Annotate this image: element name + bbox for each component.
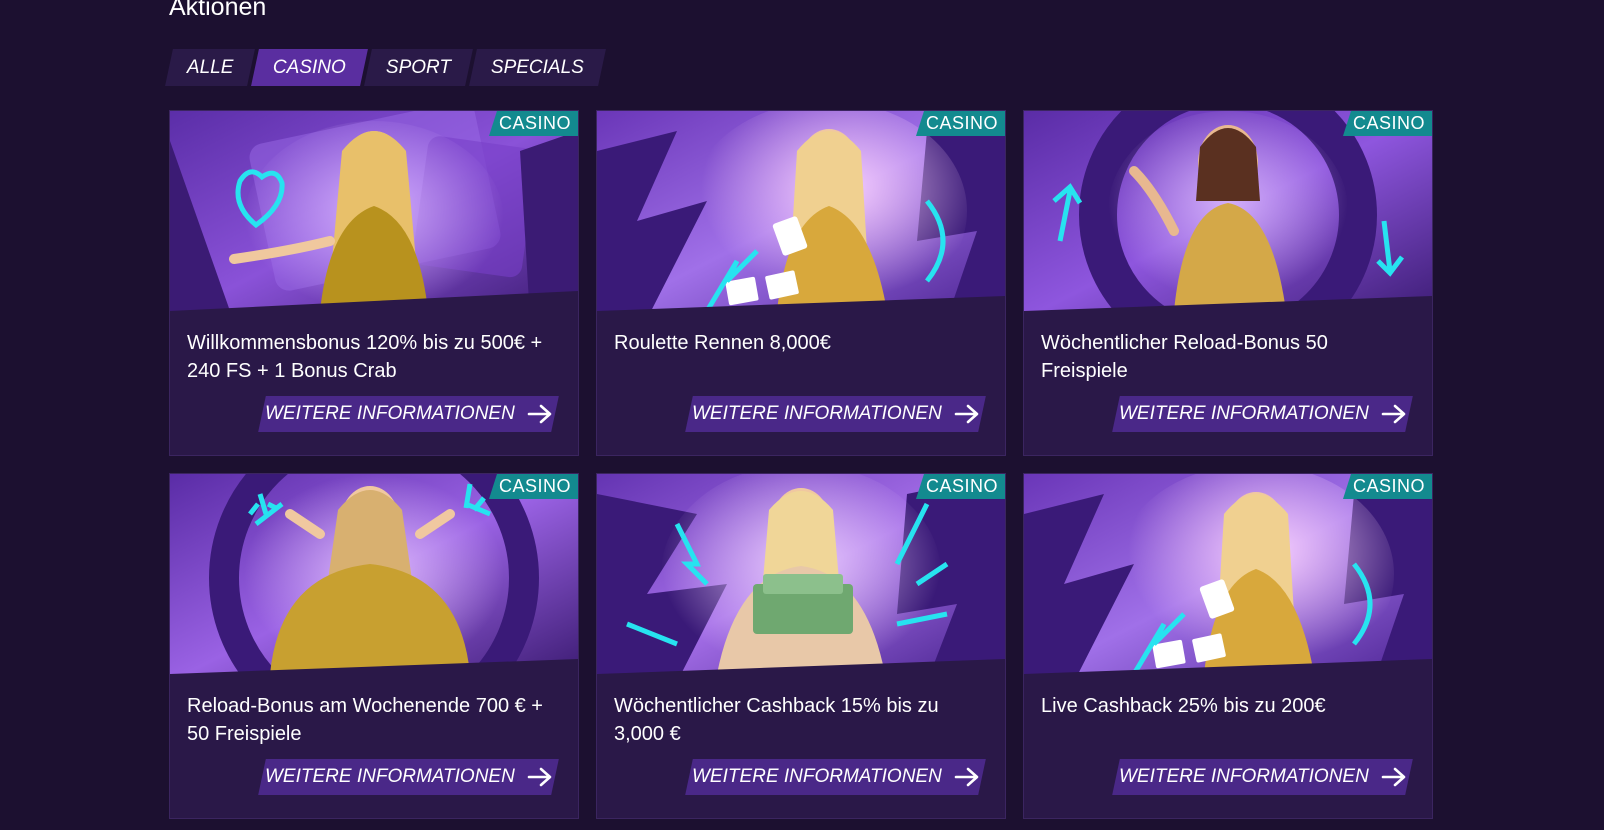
tab-sport[interactable]: SPORT	[364, 49, 474, 86]
promo-card: CASINO Live Cashback 25% bis zu 200€ WEI…	[1023, 473, 1433, 819]
promo-title: Live Cashback 25% bis zu 200€	[1041, 695, 1326, 717]
promo-title: Wöchentlicher Cashback 15% bis zu 3,000 …	[614, 695, 939, 745]
tab-label: SPORT	[386, 56, 452, 78]
promo-image	[597, 474, 1005, 682]
arrow-right-icon	[1381, 767, 1405, 787]
category-badge: CASINO	[915, 474, 1005, 499]
category-badge: CASINO	[1342, 474, 1432, 499]
arrow-right-icon	[1381, 404, 1405, 424]
category-badge: CASINO	[488, 111, 578, 136]
more-info-button[interactable]: WEITERE INFORMATIONEN	[258, 396, 559, 432]
more-info-label: WEITERE INFORMATIONEN	[1118, 766, 1369, 787]
tab-alle[interactable]: ALLE	[165, 49, 256, 86]
promo-title: Willkommensbonus 120% bis zu 500€ + 240 …	[187, 332, 543, 382]
promo-card: CASINO Wöchentlicher Cashback 15% bis zu…	[596, 473, 1006, 819]
promo-image	[1024, 111, 1432, 319]
more-info-label: WEITERE INFORMATIONEN	[264, 403, 515, 424]
arrow-right-icon	[527, 404, 551, 424]
promo-card: CASINO Roulette Rennen 8,000€ WEITERE IN…	[596, 110, 1006, 456]
promo-title: Reload-Bonus am Wochenende 700 € + 50 Fr…	[187, 695, 543, 745]
arrow-right-icon	[954, 404, 978, 424]
more-info-label: WEITERE INFORMATIONEN	[691, 403, 942, 424]
page-title: Aktionen	[169, 0, 267, 21]
promo-image	[170, 111, 578, 319]
promo-image	[597, 111, 1005, 319]
more-info-button[interactable]: WEITERE INFORMATIONEN	[1112, 759, 1413, 795]
more-info-label: WEITERE INFORMATIONEN	[691, 766, 942, 787]
more-info-button[interactable]: WEITERE INFORMATIONEN	[685, 759, 986, 795]
promo-image	[170, 474, 578, 682]
promotions-page: Aktionen ALLE CASINO SPORT SPECIALS CASI…	[0, 0, 1604, 830]
arrow-right-icon	[527, 767, 551, 787]
more-info-label: WEITERE INFORMATIONEN	[1118, 403, 1369, 424]
more-info-button[interactable]: WEITERE INFORMATIONEN	[685, 396, 986, 432]
promo-grid: CASINO Willkommensbonus 120% bis zu 500€…	[169, 110, 1433, 819]
category-badge: CASINO	[1342, 111, 1432, 136]
more-info-label: WEITERE INFORMATIONEN	[264, 766, 515, 787]
tab-label: SPECIALS	[491, 56, 585, 78]
more-info-button[interactable]: WEITERE INFORMATIONEN	[1112, 396, 1413, 432]
arrow-right-icon	[954, 767, 978, 787]
more-info-button[interactable]: WEITERE INFORMATIONEN	[258, 759, 559, 795]
tab-specials[interactable]: SPECIALS	[469, 49, 607, 86]
tab-label: CASINO	[273, 56, 347, 78]
promo-card: CASINO Wöchentlicher Reload-Bonus 50 Fre…	[1023, 110, 1433, 456]
promo-title: Wöchentlicher Reload-Bonus 50 Freispiele	[1041, 332, 1328, 382]
promo-card: CASINO Reload-Bonus am Wochenende 700 € …	[169, 473, 579, 819]
promo-card: CASINO Willkommensbonus 120% bis zu 500€…	[169, 110, 579, 456]
category-badge: CASINO	[915, 111, 1005, 136]
category-badge: CASINO	[488, 474, 578, 499]
tab-label: ALLE	[187, 56, 234, 78]
promo-title: Roulette Rennen 8,000€	[614, 332, 831, 354]
promo-image	[1024, 474, 1432, 682]
tab-casino[interactable]: CASINO	[251, 49, 369, 86]
filter-tabs: ALLE CASINO SPORT SPECIALS	[165, 49, 607, 86]
